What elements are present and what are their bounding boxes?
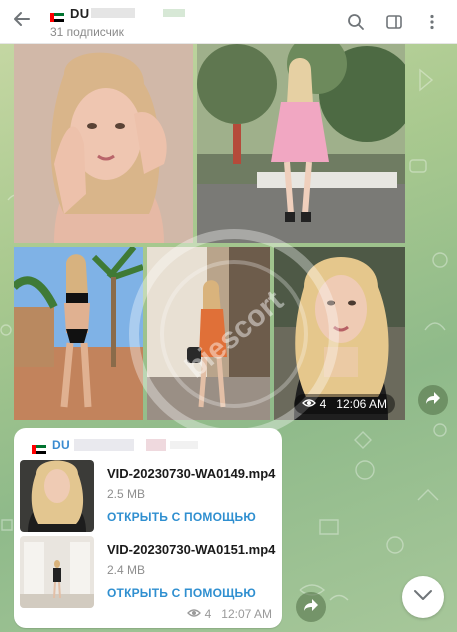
file-name: VID-20230730-WA0149.mp4 (107, 466, 276, 481)
file-size: 2.4 MB (107, 563, 146, 577)
view-count: 4 (204, 607, 212, 621)
back-button[interactable] (0, 0, 44, 44)
uae-flag-icon (50, 9, 64, 22)
album-photo[interactable] (14, 44, 193, 243)
redacted-name-block (145, 439, 166, 451)
album-photo[interactable] (197, 44, 405, 243)
uae-flag-icon (32, 441, 46, 454)
forward-button[interactable] (418, 385, 448, 415)
view-count: 4 (319, 397, 327, 411)
sender-name[interactable]: DU (52, 438, 70, 452)
file-message-bubble: DU VID-20230730-WA0149.mp4 2.5 MB ОТКРЫТ… (14, 428, 282, 628)
bubble-meta: 4 12:07 AM (186, 607, 272, 621)
video-thumbnail[interactable] (20, 460, 94, 532)
message-time: 12:07 AM (221, 607, 272, 621)
redacted-name-block (73, 439, 134, 451)
open-with-button[interactable]: ОТКРЫТЬ С ПОМОЩЬЮ (107, 510, 256, 524)
back-arrow-icon (12, 9, 32, 34)
scroll-down-button[interactable] (402, 576, 444, 618)
message-time: 12:06 AM (336, 397, 387, 411)
album-photo[interactable] (14, 247, 143, 420)
forward-arrow-icon (303, 598, 319, 617)
file-name: VID-20230730-WA0151.mp4 (107, 542, 276, 557)
chat-title-block[interactable]: DU 31 подписчик (44, 4, 339, 39)
video-file-item[interactable]: VID-20230730-WA0151.mp4 2.4 MB ОТКРЫТЬ С… (20, 536, 276, 608)
video-thumbnail[interactable] (20, 536, 94, 608)
open-with-button[interactable]: ОТКРЫТЬ С ПОМОЩЬЮ (107, 586, 256, 600)
chevron-down-icon (413, 588, 433, 606)
redacted-name-block (169, 441, 198, 449)
album-meta: 4 12:06 AM (293, 394, 395, 414)
views-icon (186, 607, 201, 621)
more-vertical-icon[interactable] (415, 5, 449, 39)
redacted-name-block (91, 8, 136, 18)
album-photo[interactable] (147, 247, 270, 420)
sidebar-toggle-icon[interactable] (377, 5, 411, 39)
subscriber-count: 31 подписчик (50, 25, 124, 39)
redacted-name-block (163, 9, 186, 17)
chat-header: DU 31 подписчик (0, 0, 457, 44)
video-file-item[interactable]: VID-20230730-WA0149.mp4 2.5 MB ОТКРЫТЬ С… (20, 460, 276, 532)
file-size: 2.5 MB (107, 487, 146, 501)
search-icon[interactable] (339, 5, 373, 39)
channel-name: DU (70, 5, 90, 21)
views-icon (301, 397, 316, 411)
forward-button[interactable] (296, 592, 326, 622)
media-album: biescort 4 12:06 AM (14, 44, 405, 439)
forward-arrow-icon (425, 391, 441, 410)
